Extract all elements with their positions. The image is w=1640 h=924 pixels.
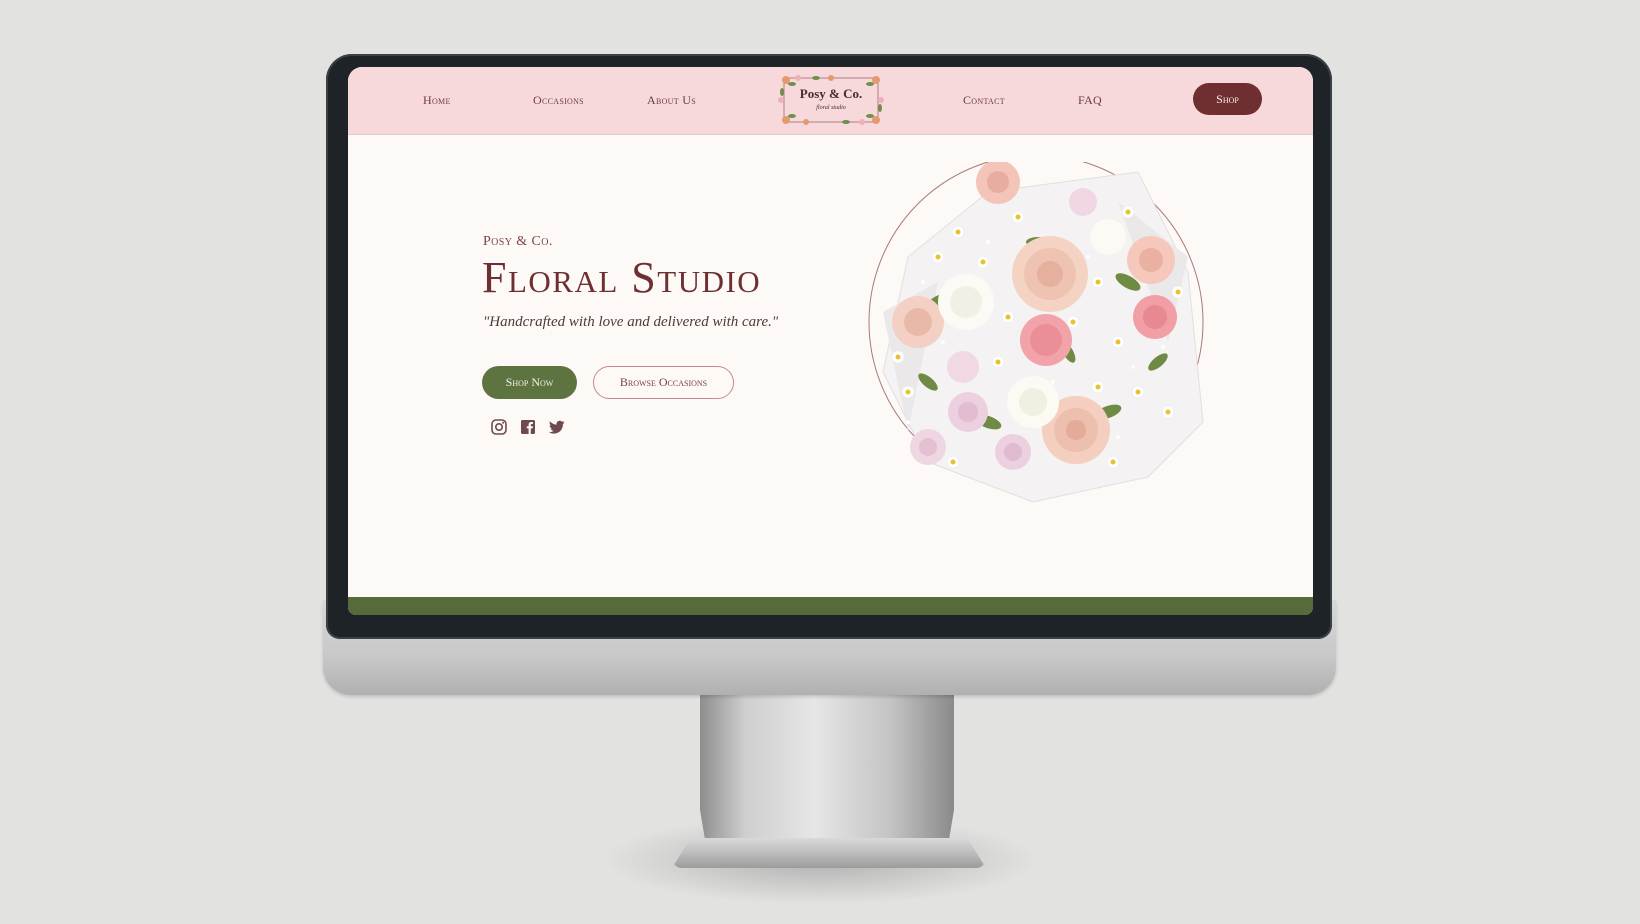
- facebook-icon[interactable]: [519, 418, 537, 436]
- shop-button[interactable]: Shop: [1193, 83, 1262, 115]
- nav-link-contact[interactable]: Contact: [963, 93, 1005, 108]
- monitor-screen: Home Occasions About Us Posy & Co. flora…: [348, 67, 1313, 615]
- monitor-stand: [700, 690, 954, 840]
- nav-link-faq[interactable]: FAQ: [1078, 93, 1102, 108]
- instagram-icon[interactable]: [490, 418, 508, 436]
- nav-link-occasions[interactable]: Occasions: [533, 93, 584, 108]
- shop-now-button[interactable]: Shop Now: [482, 366, 577, 399]
- bouquet-image: [868, 154, 1218, 512]
- logo-name: Posy & Co.: [799, 86, 863, 101]
- footer-band: [348, 597, 1313, 615]
- twitter-icon[interactable]: [548, 418, 566, 436]
- site-logo[interactable]: Posy & Co. floral studio: [776, 72, 886, 128]
- top-nav: Home Occasions About Us Posy & Co. flora…: [348, 67, 1313, 135]
- browse-occasions-button[interactable]: Browse Occasions: [593, 366, 734, 399]
- nav-link-home[interactable]: Home: [423, 93, 451, 108]
- hero-tagline: "Handcrafted with love and delivered wit…: [483, 314, 779, 330]
- nav-link-about-us[interactable]: About Us: [647, 93, 696, 108]
- hero-brand: Posy & Co.: [483, 234, 553, 249]
- logo-subtitle: floral studio: [816, 105, 846, 111]
- hero-title: Floral Studio: [482, 253, 762, 302]
- monitor-foot: [672, 838, 986, 868]
